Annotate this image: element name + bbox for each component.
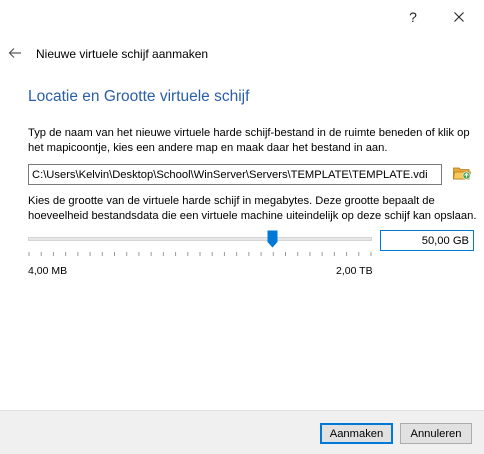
create-button[interactable]: Aanmaken bbox=[320, 423, 393, 444]
size-slider-handle[interactable] bbox=[267, 230, 278, 248]
size-slider-ticks bbox=[28, 252, 372, 256]
size-slider-track[interactable] bbox=[28, 237, 372, 241]
close-icon bbox=[454, 12, 464, 22]
slider-max-label: 2,00 TB bbox=[336, 265, 373, 277]
help-button[interactable]: ? bbox=[402, 6, 424, 28]
back-button[interactable] bbox=[8, 46, 22, 60]
choose-folder-button[interactable] bbox=[452, 163, 472, 183]
cancel-button[interactable]: Annuleren bbox=[400, 423, 472, 444]
wizard-title: Nieuwe virtuele schijf aanmaken bbox=[36, 47, 209, 61]
file-path-input[interactable] bbox=[28, 164, 442, 185]
size-description: Kies de grootte van de virtuele harde sc… bbox=[28, 195, 477, 222]
location-description: Typ de naam van het nieuwe virtuele hard… bbox=[28, 127, 470, 154]
footer: Aanmaken Annuleren bbox=[0, 410, 484, 454]
back-arrow-icon bbox=[8, 48, 21, 58]
folder-icon bbox=[453, 167, 471, 180]
slider-min-label: 4,00 MB bbox=[28, 265, 68, 277]
help-label: ? bbox=[409, 9, 417, 25]
page-heading: Locatie en Grootte virtuele schijf bbox=[28, 88, 250, 105]
close-button[interactable] bbox=[448, 6, 470, 28]
slider-handle-icon bbox=[267, 230, 278, 248]
size-input[interactable] bbox=[380, 230, 474, 251]
